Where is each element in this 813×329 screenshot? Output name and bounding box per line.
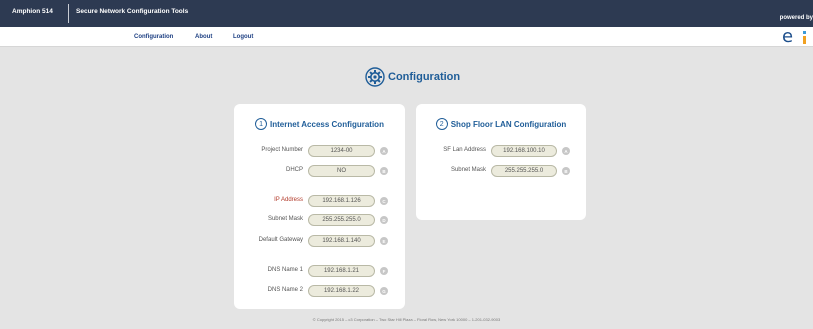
field-badge[interactable]: B <box>562 167 570 175</box>
field-label: SF Lan Address <box>443 147 486 153</box>
field-label: Project Number <box>261 147 303 153</box>
sf-lan-address-field[interactable]: 192.168.100.10 <box>491 145 557 157</box>
field-badge[interactable]: C <box>380 197 388 205</box>
footer-copyright: © Copyright 2015 – c3 Corporation – Two … <box>312 317 501 322</box>
field-badge[interactable]: D <box>380 216 388 224</box>
shop-floor-lan-card: 2 Shop Floor LAN Configuration SF Lan Ad… <box>416 104 586 220</box>
field-label: DNS Name 2 <box>267 287 303 293</box>
field-badge[interactable]: E <box>380 237 388 245</box>
internet-access-card: 1 Internet Access Configuration Project … <box>234 104 405 309</box>
internet-card-title: Internet Access Configuration <box>270 119 384 129</box>
brand-divider <box>68 4 69 23</box>
dns-name-1-field[interactable]: 192.168.1.21 <box>308 265 375 277</box>
field-badge[interactable]: A <box>562 147 570 155</box>
brand-name: Amphion 514 <box>12 8 53 15</box>
configuration-icon <box>365 67 385 87</box>
lan-card-header: 2 Shop Floor LAN Configuration <box>416 118 586 130</box>
ei-logo-dot <box>803 31 806 34</box>
project-number-field[interactable]: 1234-00 <box>308 145 375 157</box>
dns-name-2-field[interactable]: 192.168.1.22 <box>308 285 375 297</box>
dns-name-2-row: DNS Name 2 192.168.1.22 G <box>234 285 405 297</box>
ei-logo-bar <box>803 36 806 44</box>
step-number-badge: 1 <box>255 118 268 130</box>
dhcp-row: DHCP NO B <box>234 165 405 177</box>
default-gateway-row: Default Gateway 192.168.1.140 E <box>234 235 405 247</box>
field-label: DHCP <box>285 167 303 173</box>
ip-address-field[interactable]: 192.168.1.126 <box>308 195 375 207</box>
ei-logo: e <box>779 27 811 47</box>
nav-configuration-link[interactable]: Configuration <box>134 34 173 40</box>
field-label: Subnet Mask <box>450 167 486 173</box>
field-label: Subnet Mask <box>267 216 303 222</box>
project-number-row: Project Number 1234-00 A <box>234 145 405 157</box>
field-badge[interactable]: G <box>380 287 388 295</box>
nav-bar: Configuration About Logout e <box>0 27 813 47</box>
nav-logout-link[interactable]: Logout <box>233 34 253 40</box>
field-badge[interactable]: A <box>380 147 388 155</box>
page-title: Configuration <box>388 71 461 83</box>
top-bar: Amphion 514 Secure Network Configuration… <box>0 0 813 27</box>
dhcp-field[interactable]: NO <box>308 165 375 177</box>
ei-logo-letter: e <box>782 26 794 47</box>
field-label: IP Address <box>274 197 303 203</box>
dns-name-1-row: DNS Name 1 192.168.1.21 F <box>234 265 405 277</box>
subnet-mask-field[interactable]: 255.255.255.0 <box>308 214 375 226</box>
step-number-badge: 2 <box>435 118 448 130</box>
default-gateway-field[interactable]: 192.168.1.140 <box>308 235 375 247</box>
subnet-mask-row: Subnet Mask 255.255.255.0 D <box>234 214 405 226</box>
lan-subnet-mask-field[interactable]: 255.255.255.0 <box>491 165 557 177</box>
nav-about-link[interactable]: About <box>195 34 212 40</box>
sf-lan-address-row: SF Lan Address 192.168.100.10 A <box>416 145 586 157</box>
page-heading: Configuration <box>365 67 460 87</box>
internet-card-header: 1 Internet Access Configuration <box>234 118 405 130</box>
app-title: Secure Network Configuration Tools <box>76 8 189 15</box>
field-badge[interactable]: B <box>380 167 388 175</box>
field-label: Default Gateway <box>258 237 303 243</box>
field-label: DNS Name 1 <box>267 267 303 273</box>
ip-address-row: IP Address 192.168.1.126 C <box>234 195 405 207</box>
field-badge[interactable]: F <box>380 267 388 275</box>
lan-card-title: Shop Floor LAN Configuration <box>450 119 567 129</box>
lan-subnet-mask-row: Subnet Mask 255.255.255.0 B <box>416 165 586 177</box>
powered-by-text: powered by <box>779 15 813 21</box>
